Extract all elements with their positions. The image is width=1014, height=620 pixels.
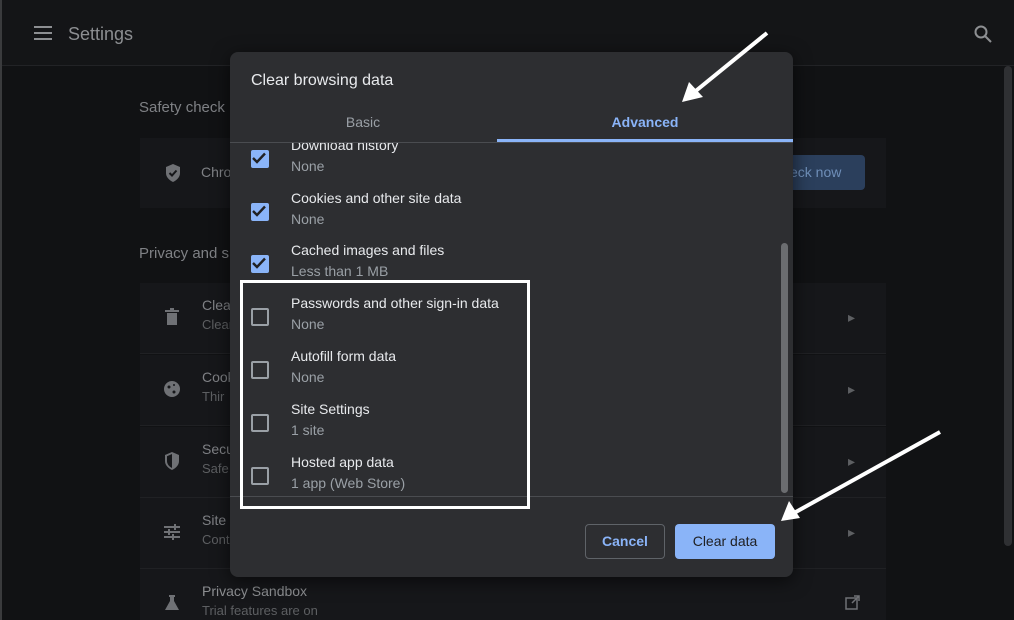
open-in-new-icon xyxy=(844,595,860,614)
item-sublabel: None xyxy=(291,211,325,227)
privacy-row-title: Privacy Sandbox xyxy=(202,583,308,599)
privacy-row-subtitle: Cont xyxy=(202,532,230,547)
dialog-title: Clear browsing data xyxy=(251,72,394,89)
page-title: Settings xyxy=(68,24,134,44)
shield-icon xyxy=(162,451,182,471)
item-sublabel: Less than 1 MB xyxy=(291,263,389,279)
privacy-row-subtitle: Thir xyxy=(202,389,225,404)
cookie-icon xyxy=(162,379,182,399)
tab-basic[interactable]: Basic xyxy=(230,104,496,142)
chevron-right-icon: ▸ xyxy=(848,524,856,540)
item-label: Download history xyxy=(291,143,399,153)
clear-data-button[interactable]: Clear data xyxy=(675,524,775,559)
list-item: Download history None xyxy=(230,143,770,191)
trash-icon xyxy=(162,307,182,327)
highlight-box xyxy=(240,280,530,509)
privacy-heading: Privacy and s xyxy=(139,245,230,262)
privacy-row-subtitle: Trial features are on xyxy=(202,603,318,618)
cancel-button[interactable]: Cancel xyxy=(585,524,665,559)
list-scrollbar[interactable] xyxy=(781,243,788,493)
privacy-row-subtitle: Safe xyxy=(202,461,229,476)
shield-check-icon xyxy=(164,163,182,188)
search-icon[interactable] xyxy=(974,25,992,43)
tab-advanced[interactable]: Advanced xyxy=(497,104,793,142)
item-label: Cached images and files xyxy=(291,242,445,258)
download-history-checkbox[interactable] xyxy=(251,150,269,168)
cached-images-checkbox[interactable] xyxy=(251,255,269,273)
privacy-row-subtitle: Clear xyxy=(202,317,234,332)
chevron-right-icon: ▸ xyxy=(848,381,856,397)
cookies-checkbox[interactable] xyxy=(251,203,269,221)
flask-icon xyxy=(162,593,182,613)
hamburger-menu-icon[interactable] xyxy=(34,26,52,40)
page-scrollbar[interactable] xyxy=(1004,66,1012,546)
tune-icon xyxy=(162,522,182,542)
chevron-right-icon: ▸ xyxy=(848,309,856,325)
item-label: Cookies and other site data xyxy=(291,190,462,206)
safety-check-text: Chro xyxy=(201,164,232,180)
chevron-right-icon: ▸ xyxy=(848,453,856,469)
safety-check-heading: Safety check xyxy=(139,99,225,116)
item-sublabel: None xyxy=(291,158,325,174)
list-item: Cookies and other site data None xyxy=(230,190,770,244)
